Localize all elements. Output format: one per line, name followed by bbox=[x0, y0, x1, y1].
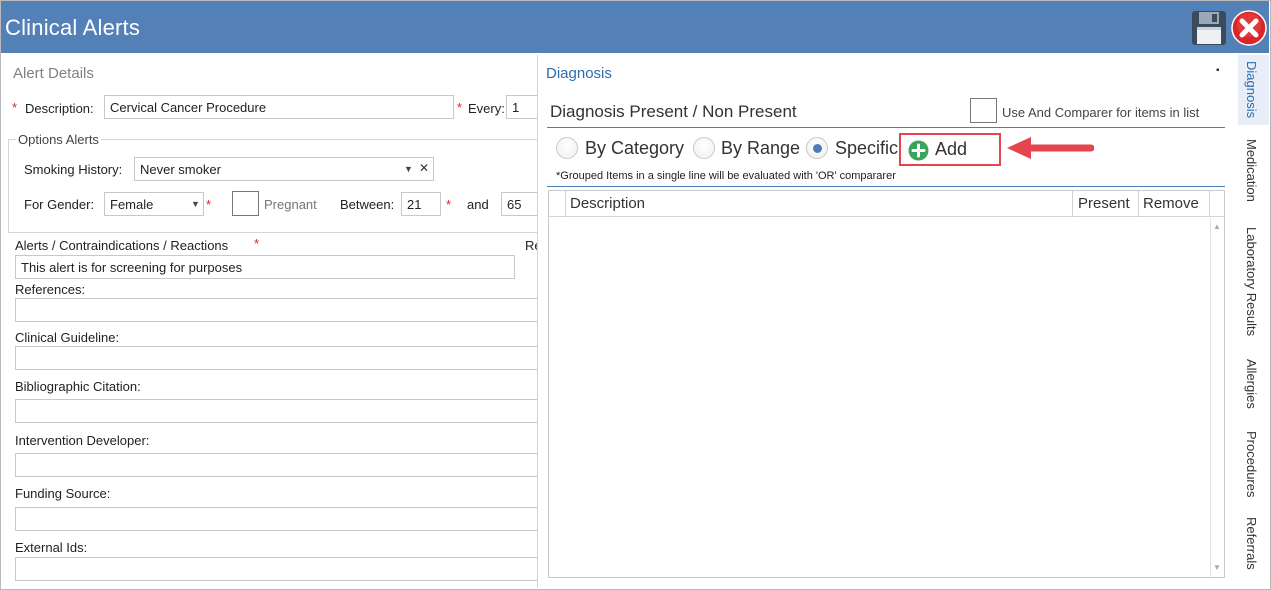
close-button[interactable] bbox=[1231, 10, 1267, 46]
external-ids-input[interactable] bbox=[15, 557, 537, 581]
between-label: Between: bbox=[340, 197, 395, 212]
column-separator bbox=[1138, 191, 1139, 217]
tab-medication[interactable]: Medication bbox=[1238, 135, 1269, 215]
bibliographic-citation-label: Bibliographic Citation: bbox=[15, 379, 141, 394]
save-button[interactable] bbox=[1191, 10, 1227, 46]
diagnosis-grid: Description Present Remove ▲ ▼ bbox=[548, 190, 1225, 578]
column-separator bbox=[1209, 191, 1210, 217]
radio-specific[interactable] bbox=[806, 137, 828, 159]
age-from-input[interactable]: 21 bbox=[401, 192, 441, 216]
clinical-guideline-label: Clinical Guideline: bbox=[15, 330, 120, 345]
radio-by-range[interactable] bbox=[693, 137, 715, 159]
description-label: Description: bbox=[25, 101, 94, 116]
column-separator bbox=[565, 191, 566, 217]
gender-select[interactable]: Female bbox=[104, 192, 204, 216]
every-label: Every: bbox=[468, 101, 505, 116]
radio-by-category[interactable] bbox=[556, 137, 578, 159]
grid-scrollbar[interactable]: ▲ ▼ bbox=[1210, 218, 1224, 577]
column-description[interactable]: Description bbox=[570, 195, 645, 212]
gender-value: Female bbox=[110, 197, 154, 212]
smoking-history-label: Smoking History: bbox=[24, 162, 123, 177]
column-remove[interactable]: Remove bbox=[1143, 195, 1199, 212]
red-arrow-annotation bbox=[1007, 137, 1094, 159]
intervention-developer-label: Intervention Developer: bbox=[15, 433, 150, 448]
window-title: Clinical Alerts bbox=[5, 15, 141, 40]
and-label: and bbox=[467, 197, 489, 212]
floppy-disk-icon bbox=[1192, 11, 1226, 45]
smoking-history-select[interactable]: Never smoker bbox=[134, 157, 434, 181]
pregnant-label: Pregnant bbox=[264, 197, 317, 212]
every-input[interactable]: 1 bbox=[506, 95, 537, 119]
required-mark: * bbox=[12, 100, 18, 115]
clinical-guideline-input[interactable] bbox=[15, 346, 537, 370]
required-mark: * bbox=[254, 236, 260, 251]
external-ids-label: External Ids: bbox=[15, 540, 88, 555]
grouped-items-note: *Grouped Items in a single line will be … bbox=[556, 170, 896, 182]
radio-by-category-label[interactable]: By Category bbox=[585, 138, 684, 159]
options-alerts-group bbox=[8, 139, 537, 233]
tab-allergies[interactable]: Allergies bbox=[1238, 355, 1269, 417]
tab-laboratory-results[interactable]: Laboratory Results bbox=[1238, 223, 1269, 343]
chevron-down-icon[interactable]: ▼ bbox=[191, 199, 200, 209]
alert-details-panel: Alert Details * Description: Cervical Ca… bbox=[5, 55, 537, 588]
pin-icon[interactable]: ▪ bbox=[1216, 65, 1220, 76]
divider bbox=[547, 127, 1225, 128]
description-input[interactable]: Cervical Cancer Procedure bbox=[104, 95, 454, 119]
intervention-developer-input[interactable] bbox=[15, 453, 537, 477]
funding-source-label: Funding Source: bbox=[15, 486, 111, 501]
alert-details-heading: Alert Details bbox=[13, 65, 94, 82]
clear-icon[interactable]: ✕ bbox=[419, 161, 429, 175]
add-button-label: Add bbox=[935, 139, 968, 159]
tab-referrals[interactable]: Referrals bbox=[1238, 513, 1269, 579]
column-present[interactable]: Present bbox=[1078, 195, 1130, 212]
age-to-input[interactable]: 65 bbox=[501, 192, 537, 216]
radio-specific-label[interactable]: Specific bbox=[835, 138, 898, 159]
close-icon bbox=[1231, 10, 1267, 46]
bibliographic-citation-input[interactable] bbox=[15, 399, 537, 423]
required-mark: * bbox=[446, 197, 452, 212]
tab-procedures[interactable]: Procedures bbox=[1238, 427, 1269, 503]
smoking-history-value: Never smoker bbox=[140, 162, 221, 177]
contraindications-input[interactable]: This alert is for screening for purposes bbox=[15, 255, 515, 279]
required-mark: * bbox=[457, 100, 463, 115]
tab-diagnosis[interactable]: Diagnosis bbox=[1238, 55, 1269, 125]
diagnosis-heading: Diagnosis bbox=[546, 65, 612, 82]
diagnosis-panel: Diagnosis ▪ Diagnosis Present / Non Pres… bbox=[537, 55, 1237, 588]
title-bar: Clinical Alerts bbox=[1, 1, 1269, 53]
use-and-comparer-label: Use And Comparer for items in list bbox=[1002, 105, 1200, 120]
scroll-down-icon[interactable]: ▼ bbox=[1213, 563, 1221, 572]
column-separator bbox=[1072, 191, 1073, 217]
add-circle-icon bbox=[908, 140, 929, 161]
contraindications-label: Alerts / Contraindications / Reactions bbox=[15, 238, 229, 253]
vertical-tab-strip: Diagnosis Medication Laboratory Results … bbox=[1238, 55, 1269, 588]
references-input[interactable] bbox=[15, 298, 537, 322]
grid-header: Description Present Remove bbox=[549, 191, 1224, 217]
references-label: References: bbox=[15, 282, 86, 297]
truncated-label: Re bbox=[525, 238, 537, 253]
scroll-up-icon[interactable]: ▲ bbox=[1213, 222, 1221, 231]
use-and-comparer-checkbox[interactable] bbox=[970, 98, 997, 123]
radio-by-range-label[interactable]: By Range bbox=[721, 138, 800, 159]
funding-source-input[interactable] bbox=[15, 507, 537, 531]
gender-label: For Gender: bbox=[24, 197, 95, 212]
required-mark: * bbox=[206, 197, 212, 212]
divider bbox=[547, 186, 1225, 187]
pregnant-checkbox[interactable] bbox=[232, 191, 259, 216]
chevron-down-icon[interactable]: ▼ bbox=[404, 164, 413, 174]
options-alerts-legend: Options Alerts bbox=[16, 132, 101, 147]
add-button[interactable]: Add bbox=[899, 133, 1001, 166]
diagnosis-present-heading: Diagnosis Present / Non Present bbox=[550, 102, 797, 121]
